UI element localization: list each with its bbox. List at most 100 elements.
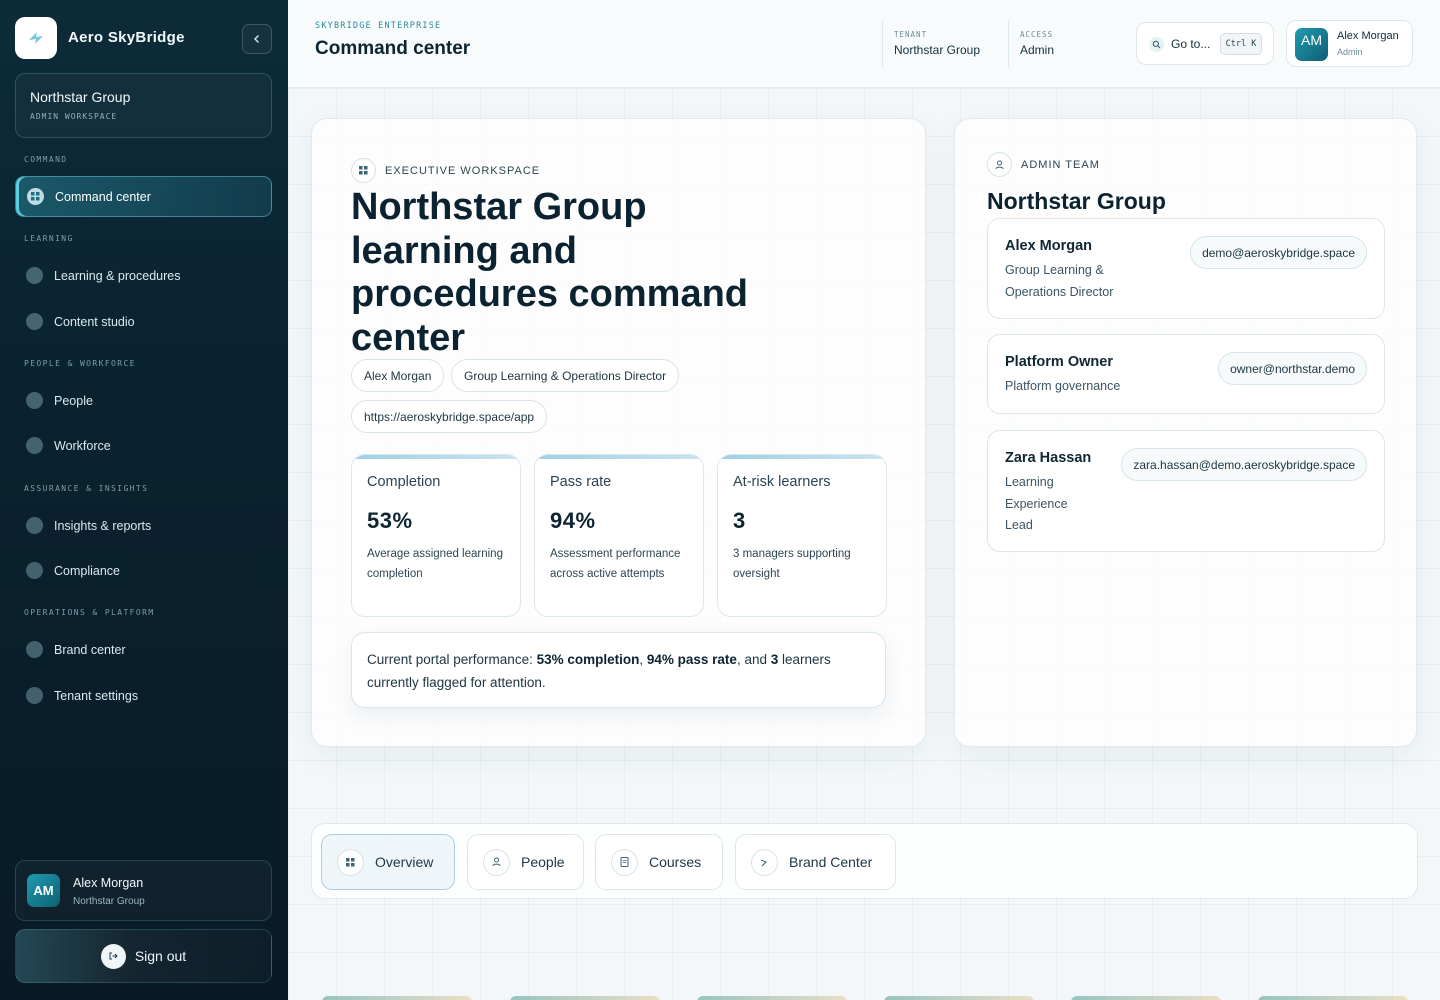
sidebar-item-label: Command center: [55, 189, 151, 204]
tenant-value: Northstar Group: [894, 43, 981, 57]
user-icon: [483, 848, 510, 876]
keyboard-shortcut: Ctrl K: [1220, 33, 1262, 55]
search-icon: [1149, 37, 1164, 52]
admin-team-eyebrow-text: ADMIN TEAM: [1021, 158, 1100, 171]
tab-label: Overview: [375, 854, 434, 870]
nav-section-learning: LEARNING: [24, 234, 74, 243]
sidebar-item-content-studio[interactable]: Content studio: [15, 301, 272, 342]
access-value: Admin: [1020, 43, 1055, 57]
member-email[interactable]: demo@aeroskybridge.space: [1190, 236, 1367, 269]
stat-label: Pass rate: [550, 474, 612, 490]
brush-icon: [26, 641, 43, 658]
admin-team-title: Northstar Group: [987, 188, 1166, 214]
header-user-role: Admin: [1337, 47, 1363, 57]
top-header: SKYBRIDGE ENTERPRISE Command center TENA…: [288, 0, 1440, 88]
logout-icon: [100, 943, 126, 969]
sidebar-item-label: People: [54, 393, 93, 408]
bird-logo-icon[interactable]: [15, 17, 57, 59]
member-name: Platform Owner: [1005, 354, 1113, 370]
tab-label: Brand Center: [789, 854, 873, 870]
sidebar-item-tenant-settings[interactable]: Tenant settings: [15, 675, 272, 716]
card-edge: [510, 996, 660, 1000]
executive-workspace-panel: EXECUTIVE WORKSPACE Northstar Group lear…: [311, 118, 926, 747]
sidebar-item-learning-procedures[interactable]: Learning & procedures: [15, 255, 272, 296]
access-label: ACCESS: [1020, 30, 1054, 39]
book-icon: [26, 267, 43, 284]
summary-sep: , and: [736, 652, 771, 667]
sidebar-item-command-center[interactable]: Command center: [15, 176, 272, 217]
avatar: AM: [1295, 28, 1328, 61]
tab-courses[interactable]: Courses: [595, 834, 723, 890]
sparkle-icon: [26, 313, 43, 330]
sidebar-item-label: Tenant settings: [54, 688, 139, 703]
admin-member-card[interactable]: Zara Hassan Learning Experience Lead zar…: [987, 430, 1385, 552]
sidebar-item-brand-center[interactable]: Brand center: [15, 629, 272, 670]
section-tabs: Overview People Courses Brand Center: [311, 823, 1418, 899]
page-title: Command center: [315, 38, 471, 59]
collapse-sidebar-button[interactable]: [242, 24, 272, 54]
bar-chart-icon: [26, 517, 43, 534]
sidebar-item-compliance[interactable]: Compliance: [15, 550, 272, 591]
stat-value: 94%: [550, 508, 596, 533]
tab-people[interactable]: People: [467, 834, 584, 890]
sidebar-item-label: Workforce: [54, 438, 111, 453]
summary-pass-rate: 94% pass rate: [646, 652, 737, 667]
card-edge: [697, 996, 847, 1000]
team-icon: [26, 437, 43, 454]
admin-team-panel: ADMIN TEAM Northstar Group Alex Morgan G…: [954, 118, 1417, 747]
member-name: Alex Morgan: [1005, 238, 1093, 254]
member-email[interactable]: owner@northstar.demo: [1218, 352, 1367, 385]
header-user-menu[interactable]: AM Alex Morgan Admin: [1286, 20, 1413, 67]
hero-eyebrow-text: EXECUTIVE WORKSPACE: [385, 164, 541, 177]
portal-url-chip[interactable]: https://aeroskybridge.space/app: [351, 400, 548, 433]
member-name: Zara Hassan: [1005, 450, 1092, 466]
hero-title: Northstar Group learning and procedures …: [351, 186, 748, 359]
admin-member-card[interactable]: Platform Owner Platform governance owner…: [987, 334, 1385, 414]
stat-card-completion: Completion 53% Average assigned learning…: [351, 454, 521, 617]
sign-out-label: Sign out: [134, 948, 187, 964]
role-chip: Group Learning & Operations Director: [451, 359, 680, 392]
stat-card-at-risk: At-risk learners 3 3 managers supporting…: [717, 454, 887, 617]
workspace-switcher[interactable]: Northstar Group ADMIN WORKSPACE: [15, 73, 272, 138]
tenant-indicator: TENANT Northstar Group: [882, 20, 1008, 68]
sidebar-user-card[interactable]: AM Alex Morgan Northstar Group: [15, 860, 272, 921]
sidebar-item-label: Brand center: [54, 642, 126, 657]
admin-member-card[interactable]: Alex Morgan Group Learning & Operations …: [987, 218, 1385, 319]
chevron-left-icon: [254, 35, 259, 43]
sidebar-item-workforce[interactable]: Workforce: [15, 425, 272, 466]
card-edge: [1258, 996, 1408, 1000]
tab-overview[interactable]: Overview: [321, 834, 455, 890]
brand: Aero SkyBridge: [15, 17, 272, 59]
stat-value: 3: [733, 508, 746, 533]
tab-label: People: [521, 854, 565, 870]
summary-sep: ,: [639, 652, 647, 667]
stat-label: Completion: [367, 474, 441, 490]
grid-icon: [351, 158, 376, 183]
user-org: Northstar Group: [73, 896, 145, 907]
user-icon: [987, 152, 1012, 177]
tenant-label: TENANT: [894, 30, 928, 39]
nav-section-operations: OPERATIONS & PLATFORM: [24, 608, 155, 617]
performance-summary: Current portal performance: 53% completi…: [351, 632, 886, 708]
stat-description: 3 managers supporting oversight: [733, 548, 851, 580]
workspace-label: ADMIN WORKSPACE: [30, 112, 118, 121]
member-role: Group Learning & Operations Director: [1005, 263, 1114, 299]
member-role: Learning Experience Lead: [1005, 475, 1068, 532]
sidebar-item-people[interactable]: People: [15, 380, 272, 421]
summary-completion: 53% completion: [536, 652, 640, 667]
sign-out-button[interactable]: Sign out: [15, 929, 272, 983]
sidebar: Aero SkyBridge Northstar Group ADMIN WOR…: [0, 0, 288, 1000]
command-search-button[interactable]: Go to... Ctrl K: [1136, 22, 1274, 65]
user-icon: [26, 392, 43, 409]
card-edge: [1071, 996, 1221, 1000]
member-email[interactable]: zara.hassan@demo.aeroskybridge.space: [1121, 448, 1367, 481]
user-chip: Alex Morgan: [351, 359, 445, 392]
shield-check-icon: [26, 562, 43, 579]
sidebar-item-insights-reports[interactable]: Insights & reports: [15, 505, 272, 546]
tab-brand-center[interactable]: Brand Center: [735, 834, 896, 890]
user-name: Alex Morgan: [73, 876, 144, 890]
access-indicator: ACCESS Admin: [1008, 20, 1108, 68]
summary-prefix: Current portal performance:: [367, 652, 537, 667]
search-label: Go to...: [1171, 37, 1211, 51]
nav-section-people: PEOPLE & WORKFORCE: [24, 359, 136, 368]
